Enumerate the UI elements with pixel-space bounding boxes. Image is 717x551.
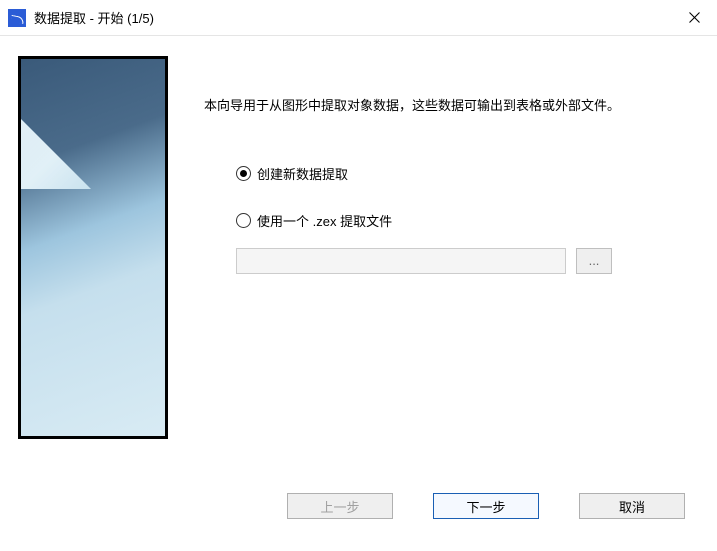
next-button-label: 下一步 bbox=[466, 497, 505, 516]
radio-create-new[interactable] bbox=[236, 166, 251, 181]
option-create-new[interactable]: 创建新数据提取 bbox=[236, 164, 679, 183]
radio-create-new-label[interactable]: 创建新数据提取 bbox=[257, 164, 348, 183]
close-icon bbox=[689, 12, 700, 23]
back-button: 上一步 bbox=[287, 493, 393, 519]
back-button-label: 上一步 bbox=[320, 497, 359, 516]
file-picker-row: ... bbox=[236, 248, 679, 274]
app-icon bbox=[8, 9, 26, 27]
browse-button: ... bbox=[576, 248, 612, 274]
cancel-button-label: 取消 bbox=[619, 497, 645, 516]
browse-button-label: ... bbox=[589, 253, 600, 268]
radio-use-existing[interactable] bbox=[236, 213, 251, 228]
wizard-description: 本向导用于从图形中提取对象数据，这些数据可输出到表格或外部文件。 bbox=[204, 96, 679, 116]
extract-mode-group: 创建新数据提取 使用一个 .zex 提取文件 ... bbox=[204, 164, 679, 274]
wizard-footer: 上一步 下一步 取消 bbox=[0, 476, 717, 536]
content-area: 本向导用于从图形中提取对象数据，这些数据可输出到表格或外部文件。 创建新数据提取… bbox=[0, 36, 717, 476]
title-bar: 数据提取 - 开始 (1/5) bbox=[0, 0, 717, 36]
cancel-button[interactable]: 取消 bbox=[579, 493, 685, 519]
next-button[interactable]: 下一步 bbox=[433, 493, 539, 519]
wizard-side-image bbox=[18, 56, 168, 439]
close-button[interactable] bbox=[671, 0, 717, 36]
zex-file-path-input bbox=[236, 248, 566, 274]
option-use-existing[interactable]: 使用一个 .zex 提取文件 bbox=[236, 211, 679, 230]
radio-use-existing-label[interactable]: 使用一个 .zex 提取文件 bbox=[257, 211, 392, 230]
main-panel: 本向导用于从图形中提取对象数据，这些数据可输出到表格或外部文件。 创建新数据提取… bbox=[168, 56, 699, 476]
window-title: 数据提取 - 开始 (1/5) bbox=[34, 8, 154, 27]
